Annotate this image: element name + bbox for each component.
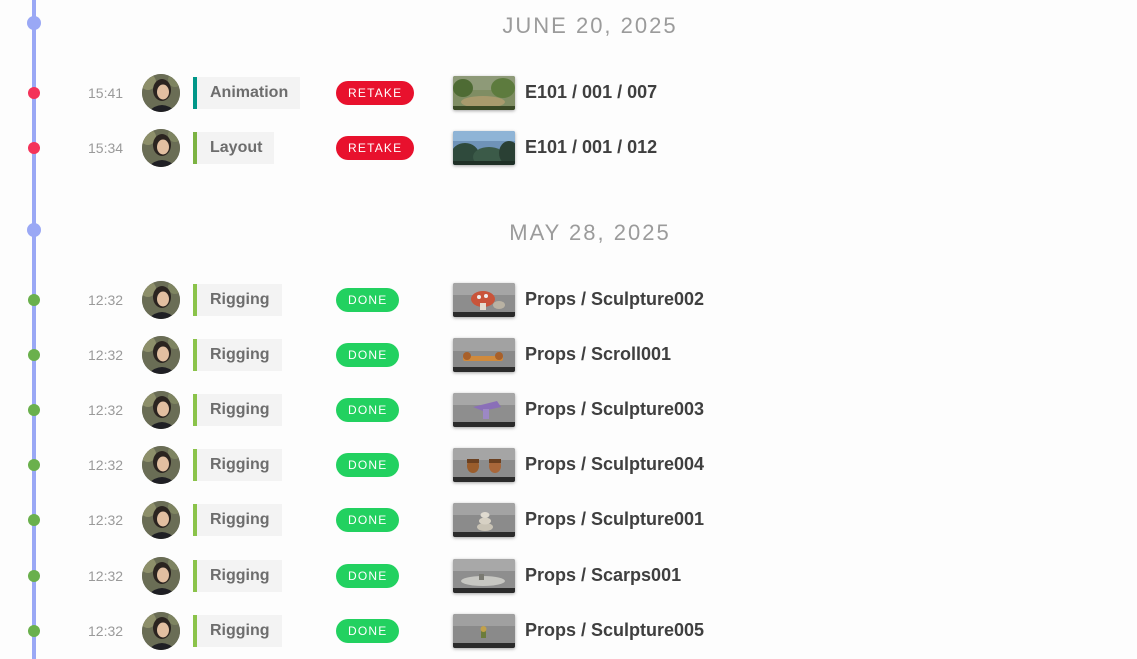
status-badge[interactable]: DONE [336, 398, 400, 422]
entry-time: 12:32 [88, 292, 124, 308]
entity-link[interactable]: Props / Sculpture004 [525, 454, 704, 475]
entity-thumbnail[interactable] [453, 614, 515, 648]
entry-status-dot [28, 570, 40, 582]
entry-time: 12:32 [88, 347, 124, 363]
avatar[interactable] [142, 612, 180, 650]
task-type-label[interactable]: Rigging [193, 560, 282, 592]
task-type-label[interactable]: Rigging [193, 504, 282, 536]
entity-thumbnail[interactable] [453, 393, 515, 427]
entry-time: 12:32 [88, 402, 124, 418]
timeline-entry: 12:32 Rigging DONE Props / Sculpture001 [0, 500, 1137, 540]
avatar[interactable] [142, 446, 180, 484]
timeline-entry: 12:32 Rigging DONE Props / Scarps001 [0, 556, 1137, 596]
avatar[interactable] [142, 336, 180, 374]
day-marker-dot [27, 16, 41, 30]
entry-time: 12:32 [88, 457, 124, 473]
task-type-label[interactable]: Rigging [193, 615, 282, 647]
avatar[interactable] [142, 501, 180, 539]
status-badge[interactable]: DONE [336, 564, 400, 588]
entity-thumbnail[interactable] [453, 283, 515, 317]
timeline-entry: 12:32 Rigging DONE Props / Scroll001 [0, 335, 1137, 375]
task-type-label[interactable]: Layout [193, 132, 275, 164]
entry-time: 12:32 [88, 623, 124, 639]
entry-time: 12:32 [88, 568, 124, 584]
avatar[interactable] [142, 557, 180, 595]
timeline-entry: 15:34 Layout RETAKE E101 / 001 / 012 [0, 128, 1137, 168]
task-type-label[interactable]: Rigging [193, 339, 282, 371]
entry-status-dot [28, 142, 40, 154]
entity-thumbnail[interactable] [453, 448, 515, 482]
entity-thumbnail[interactable] [453, 559, 515, 593]
task-type-label[interactable]: Animation [193, 77, 301, 109]
entity-thumbnail[interactable] [453, 338, 515, 372]
entity-link[interactable]: Props / Scarps001 [525, 565, 681, 586]
task-type-label[interactable]: Rigging [193, 394, 282, 426]
entity-thumbnail[interactable] [453, 503, 515, 537]
avatar[interactable] [142, 391, 180, 429]
entity-link[interactable]: Props / Scroll001 [525, 344, 671, 365]
timeline-entry: 12:32 Rigging DONE Props / Sculpture004 [0, 445, 1137, 485]
entity-thumbnail[interactable] [453, 76, 515, 110]
task-type-label[interactable]: Rigging [193, 284, 282, 316]
day-marker-dot [27, 223, 41, 237]
entry-status-dot [28, 459, 40, 471]
entry-status-dot [28, 625, 40, 637]
entry-time: 12:32 [88, 512, 124, 528]
activity-timeline: JUNE 20, 2025 MAY 28, 2025 15:41 Animati… [0, 0, 1137, 659]
avatar[interactable] [142, 281, 180, 319]
avatar[interactable] [142, 74, 180, 112]
status-badge[interactable]: RETAKE [336, 136, 415, 160]
day-header: MAY 28, 2025 [509, 220, 671, 245]
entity-link[interactable]: E101 / 001 / 012 [525, 137, 657, 158]
timeline-entry: 15:41 Animation RETAKE E101 / 001 / 007 [0, 73, 1137, 113]
timeline-entry: 12:32 Rigging DONE Props / Sculpture002 [0, 280, 1137, 320]
day-header: JUNE 20, 2025 [502, 13, 678, 38]
timeline-entry: 12:32 Rigging DONE Props / Sculpture003 [0, 390, 1137, 430]
entry-status-dot [28, 349, 40, 361]
status-badge[interactable]: DONE [336, 343, 400, 367]
entity-link[interactable]: E101 / 001 / 007 [525, 82, 657, 103]
status-badge[interactable]: DONE [336, 288, 400, 312]
entity-link[interactable]: Props / Sculpture003 [525, 399, 704, 420]
timeline-entry: 12:32 Rigging DONE Props / Sculpture005 [0, 611, 1137, 651]
entry-status-dot [28, 514, 40, 526]
entry-time: 15:34 [88, 140, 124, 156]
entry-status-dot [28, 87, 40, 99]
status-badge[interactable]: DONE [336, 508, 400, 532]
task-type-label[interactable]: Rigging [193, 449, 282, 481]
entity-link[interactable]: Props / Sculpture005 [525, 620, 704, 641]
status-badge[interactable]: DONE [336, 619, 400, 643]
status-badge[interactable]: DONE [336, 453, 400, 477]
entry-time: 15:41 [88, 85, 124, 101]
entity-thumbnail[interactable] [453, 131, 515, 165]
entity-link[interactable]: Props / Sculpture001 [525, 509, 704, 530]
avatar[interactable] [142, 129, 180, 167]
status-badge[interactable]: RETAKE [336, 81, 415, 105]
entry-status-dot [28, 294, 40, 306]
entity-link[interactable]: Props / Sculpture002 [525, 289, 704, 310]
entry-status-dot [28, 404, 40, 416]
